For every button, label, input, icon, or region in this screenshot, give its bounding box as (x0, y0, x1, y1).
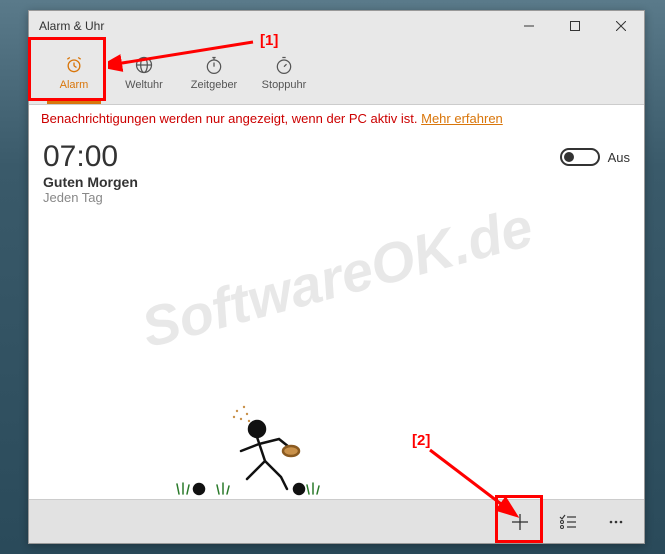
tab-bar: Alarm Weltuhr Zeitgeber Stoppuhr (29, 41, 644, 105)
learn-more-link[interactable]: Mehr erfahren (421, 111, 503, 126)
banner-text: Benachrichtigungen werden nur angezeigt,… (41, 111, 421, 126)
select-alarms-button[interactable] (544, 500, 592, 544)
tab-label: Weltuhr (125, 79, 163, 91)
alarm-clock-icon (64, 55, 84, 75)
stopwatch-icon (274, 55, 294, 75)
alarm-name: Guten Morgen (43, 174, 560, 190)
globe-icon (134, 55, 154, 75)
close-button[interactable] (598, 11, 644, 41)
tab-label: Zeitgeber (191, 79, 237, 91)
more-options-button[interactable] (592, 500, 640, 544)
list-check-icon (559, 513, 577, 531)
minimize-button[interactable] (506, 11, 552, 41)
plus-icon (511, 513, 529, 531)
maximize-button[interactable] (552, 11, 598, 41)
tab-worldclock[interactable]: Weltuhr (109, 41, 179, 104)
timer-icon (204, 55, 224, 75)
alarm-toggle-group: Aus (560, 148, 630, 166)
window-title: Alarm & Uhr (39, 19, 506, 33)
add-alarm-button[interactable] (496, 500, 544, 544)
titlebar: Alarm & Uhr (29, 11, 644, 41)
tab-label: Stoppuhr (262, 79, 307, 91)
toggle-label: Aus (608, 150, 630, 165)
tab-stopwatch[interactable]: Stoppuhr (249, 41, 319, 104)
app-window: Alarm & Uhr Alarm Weltuhr (28, 10, 645, 544)
toggle-switch[interactable] (560, 148, 600, 166)
bottom-toolbar (29, 499, 644, 543)
alarm-repeat: Jeden Tag (43, 190, 560, 205)
content-area: 07:00 Guten Morgen Jeden Tag Aus (29, 132, 644, 499)
alarm-item[interactable]: 07:00 Guten Morgen Jeden Tag Aus (43, 142, 630, 205)
tab-timer[interactable]: Zeitgeber (179, 41, 249, 104)
toggle-knob (564, 152, 574, 162)
ellipsis-icon (607, 513, 625, 531)
tab-alarm[interactable]: Alarm (39, 41, 109, 104)
alarm-time: 07:00 (43, 142, 560, 172)
notification-banner: Benachrichtigungen werden nur angezeigt,… (29, 105, 644, 132)
window-controls (506, 11, 644, 41)
tab-label: Alarm (60, 79, 89, 91)
alarm-info: 07:00 Guten Morgen Jeden Tag (43, 142, 560, 205)
